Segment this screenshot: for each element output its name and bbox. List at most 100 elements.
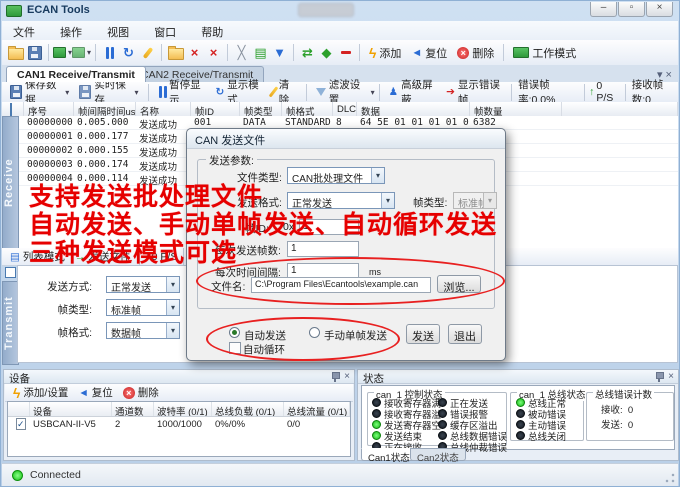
disconnect-device-icon[interactable]: ▾ (72, 43, 91, 62)
col-frame-format[interactable]: 帧格式 (282, 102, 333, 116)
display-mode-icon: ↻ (215, 86, 224, 98)
save-data-icon (10, 85, 22, 99)
show-error-frames-button[interactable]: ➔显示错误帧 (441, 83, 507, 102)
minimize-button[interactable]: – (590, 2, 617, 17)
reset-button[interactable]: ◄复位 (406, 43, 452, 62)
col-data[interactable]: 数据 (357, 102, 470, 116)
led-icon (516, 398, 525, 407)
led-icon (516, 420, 525, 429)
edit-delete-icon[interactable]: × (185, 43, 204, 62)
receive-pps-label: 0 P/S (596, 80, 618, 104)
col-count[interactable]: 帧数量 (470, 102, 562, 116)
connect-device-icon[interactable]: ▾ (53, 43, 72, 62)
device-toolbar: ϟ添加/设置 ◄复位 ×删除 (5, 384, 353, 402)
main-toolbar: ▾ ▾ ↻ × × ╳ ▤ ▼ ⇄ ◆ ϟ添加 ◄复位 ×删除 工作模式 (2, 40, 678, 66)
device-checkbox[interactable]: ✓ (16, 418, 26, 430)
remove-channel-icon[interactable] (336, 43, 355, 62)
menu-operate[interactable]: 操作 (49, 21, 93, 40)
panel-close-icon[interactable]: × (668, 372, 674, 382)
resize-grip[interactable] (665, 473, 675, 483)
advanced-mask-button[interactable]: ♟高级屏蔽 (384, 83, 441, 102)
save-data-button[interactable]: 保存数据▾ (5, 83, 74, 102)
device-add-button[interactable]: ϟ添加/设置 (8, 383, 73, 402)
frame-format-label: 帧格式: (32, 325, 92, 340)
menu-file[interactable]: 文件 (2, 21, 46, 40)
filter-icon (316, 88, 326, 96)
clear-brush-icon (269, 86, 279, 98)
device-table-header: 设备 通道数 波特率 (0/1) 总线负载 (0/1) 总线流量 (0/1) (8, 402, 350, 417)
open-file-icon[interactable] (6, 43, 25, 62)
send-button[interactable]: 发送 (406, 324, 440, 344)
tab-can1[interactable]: CAN1 Receive/Transmit (6, 66, 146, 82)
add-button[interactable]: ϟ添加 (364, 43, 406, 62)
clear-icon[interactable] (138, 43, 157, 62)
display-mode-button[interactable]: ↻显示模式 (210, 83, 267, 102)
cut-icon[interactable]: ╳ (232, 43, 251, 62)
save-icon[interactable] (25, 43, 44, 62)
pause-display-button[interactable]: 暂停显示 (153, 83, 211, 102)
tx-error-count: 发送: 0 (601, 417, 633, 431)
tab-can1-status[interactable]: Can1状态 (361, 448, 417, 461)
col-seq[interactable]: 序号 (24, 102, 74, 116)
panel-close-icon[interactable]: × (344, 372, 350, 382)
device-row[interactable]: ✓ USBCAN-II-V5 2 1000/1000 0%/0% 0/0 (8, 417, 350, 431)
maximize-button[interactable]: ▫ (618, 2, 645, 17)
col-frame-type[interactable]: 帧类型 (240, 102, 282, 116)
frames-per-send-input[interactable]: 1 (287, 241, 359, 257)
overflow-chevron-icon[interactable]: ▾ (371, 88, 375, 97)
menu-help[interactable]: 帮助 (190, 21, 234, 40)
receive-side-tab[interactable]: Receive (2, 116, 19, 250)
control-status-group: can_1 控制状态 接收寄存器满 接收寄存器溢 发送寄存器空 发送结束 正在接… (367, 392, 507, 446)
led-icon (438, 431, 447, 440)
select-all-checkbox[interactable] (10, 103, 12, 116)
flag-icon[interactable]: ▼ (270, 43, 289, 62)
dialog-title-bar[interactable]: CAN 发送文件 (187, 129, 505, 149)
menu-view[interactable]: 视图 (96, 21, 140, 40)
col-frame-id[interactable]: 帧ID (191, 102, 240, 116)
list-mode-icon: ▤ (10, 251, 20, 263)
pin-icon[interactable] (331, 372, 339, 382)
open-project-icon[interactable] (166, 43, 185, 62)
menu-window[interactable]: 窗口 (143, 21, 187, 40)
work-mode-button[interactable]: 工作模式 (508, 43, 581, 62)
transmit-select-checkbox[interactable] (5, 267, 16, 278)
led-icon (516, 409, 525, 418)
paste-icon[interactable]: ▤ (251, 43, 270, 62)
receive-table-header: 序号 帧间隔时间us 名称 帧ID 帧类型 帧格式 DLC 数据 帧数量 (2, 102, 678, 117)
lightning-icon: ϟ (13, 385, 20, 401)
annotation-ellipse-filename (196, 257, 505, 305)
status-box: can_1 控制状态 接收寄存器满 接收寄存器溢 发送寄存器空 发送结束 正在接… (361, 385, 675, 450)
title-bar[interactable]: ECAN Tools –▫× (1, 1, 679, 21)
col-name[interactable]: 名称 (136, 102, 191, 116)
pause-icon[interactable] (100, 43, 119, 62)
frame-format-select[interactable]: 数据帧 (106, 322, 180, 339)
device-delete-button[interactable]: ×删除 (118, 383, 164, 402)
plug-icon[interactable]: ◆ (317, 43, 336, 62)
led-icon (372, 420, 381, 429)
col-interval[interactable]: 帧间隔时间us (74, 102, 136, 116)
pin-icon[interactable] (655, 372, 663, 382)
frame-type-select[interactable]: 标准帧 (106, 299, 180, 316)
status-panel: 状态 × can_1 控制状态 接收寄存器满 接收寄存器溢 发送寄存器空 发送结… (357, 369, 679, 461)
close-button[interactable]: × (646, 2, 673, 17)
led-icon (438, 420, 447, 429)
filter-settings-button[interactable]: 滤波设置 (311, 83, 369, 102)
annotation-line3: 三种发送模式可选 (29, 233, 237, 269)
realtime-save-button[interactable]: 实时保存▾ (74, 83, 143, 102)
menu-bar: 文件 操作 视图 窗口 帮助 (2, 21, 678, 41)
delete-all-icon[interactable]: × (204, 43, 223, 62)
exit-button[interactable]: 退出 (448, 324, 482, 344)
clear-button[interactable]: 清除 (267, 83, 301, 102)
file-type-select[interactable]: CAN批处理文件 (287, 167, 385, 184)
device-reset-button[interactable]: ◄复位 (73, 383, 117, 402)
led-icon (438, 409, 447, 418)
swap-icon[interactable]: ⇄ (298, 43, 317, 62)
frame-type-label: 帧类型: (32, 302, 92, 317)
device-table: 设备 通道数 波特率 (0/1) 总线负载 (0/1) 总线流量 (0/1) ✓… (7, 401, 351, 457)
send-mode-select[interactable]: 正常发送 (106, 276, 180, 293)
delete-button[interactable]: ×删除 (452, 43, 499, 62)
send-mode-label: 发送方式: (32, 279, 92, 294)
refresh-icon[interactable]: ↻ (119, 43, 138, 62)
tab-can2-status[interactable]: Can2状态 (410, 448, 466, 461)
col-dlc[interactable]: DLC (333, 102, 357, 116)
